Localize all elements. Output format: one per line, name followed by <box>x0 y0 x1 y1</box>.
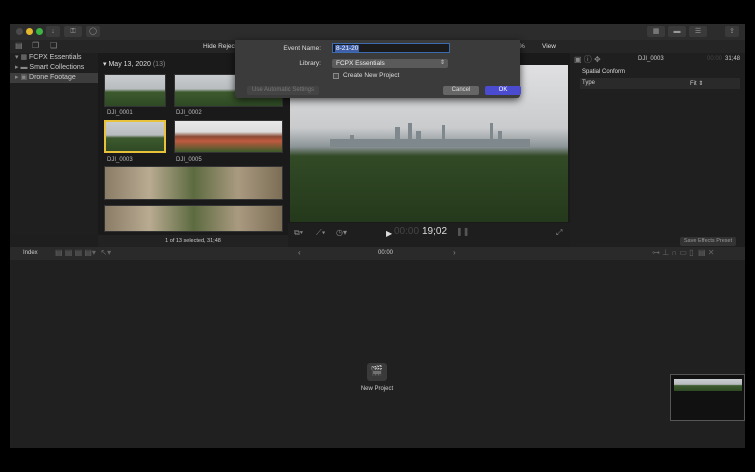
library-item[interactable]: ▾ ▦ FCPX Essentials <box>10 53 98 63</box>
libraries-icon[interactable]: ▤ <box>15 41 23 50</box>
event-name-value: 8-21-20 <box>335 45 360 52</box>
selection-status: 1 of 13 selected, 31;48 <box>98 235 288 247</box>
clip-thumbnail[interactable] <box>174 120 283 153</box>
grid-icon: ▦ <box>652 28 660 35</box>
share-icon: ⇪ <box>729 28 735 35</box>
key-icon: ⚿ <box>70 28 76 35</box>
fullscreen-icon[interactable]: ⤢ <box>556 228 562 238</box>
timeline-toggle-button[interactable]: ▬ <box>668 26 686 37</box>
clip-filmstrip[interactable] <box>104 166 283 200</box>
transform-icon[interactable]: ⟋▾ <box>316 228 326 238</box>
preview-strip <box>674 379 742 391</box>
clip-thumbnail-selected[interactable] <box>104 120 166 153</box>
titles-icon[interactable]: ❑ <box>50 41 57 50</box>
date-group-header[interactable]: ▾ May 13, 2020 (13) <box>103 60 165 68</box>
sidebar-item-drone-footage[interactable]: ▸ ▣ Drone Footage <box>10 73 98 83</box>
timeline-timecode: 00:00 <box>378 250 394 256</box>
zoom-button[interactable] <box>36 28 43 35</box>
audio-meter-icon: ❚❚ <box>456 227 470 236</box>
view-dropdown[interactable]: View <box>542 43 556 50</box>
clip-label: DJI_0003 <box>107 157 133 163</box>
new-project-label[interactable]: New Project <box>347 386 407 392</box>
create-project-checkbox[interactable] <box>333 73 339 79</box>
type-label: Type <box>582 80 596 86</box>
clip-duration: 31;48 <box>725 56 741 62</box>
photos-icon[interactable]: ❐ <box>32 41 39 50</box>
clip-filmstrip[interactable] <box>104 205 283 232</box>
timeline-icon: ▬ <box>673 28 681 35</box>
close-button[interactable] <box>16 28 23 35</box>
type-select[interactable]: Fit ⇕ <box>690 80 703 87</box>
timeline: 🎬 New Project <box>10 260 745 448</box>
event-name-input[interactable]: 8-21-20 <box>332 43 450 53</box>
audio-controls-icon[interactable]: ⊶ ⊥ ∩ ▭ ▯ ▤ ✕ <box>652 248 715 257</box>
section-title: Spatial Conform <box>582 69 626 75</box>
import-button[interactable]: ↓ <box>46 26 60 37</box>
browser-toggle-button[interactable]: ▦ <box>647 26 665 37</box>
sidebar-item-label: Drone Footage <box>29 74 76 81</box>
fcpx-window: ↓ ⚿ ◯ ▦ ▬ ☰ ⇪ ▤ ❐ ❑ Hide Rejected % View… <box>10 24 745 448</box>
back-icon[interactable]: ‹ <box>298 248 301 257</box>
progress-icon: ◯ <box>89 28 97 35</box>
stepper-icon: ⇕ <box>439 60 445 66</box>
new-project-button[interactable]: 🎬 <box>367 363 387 381</box>
minimize-button[interactable] <box>26 28 33 35</box>
clip-label: DJI_0001 <box>107 110 133 116</box>
library-label: FCPX Essentials <box>29 54 82 61</box>
clip-label: DJI_0002 <box>176 110 202 116</box>
timeline-index-preview[interactable] <box>670 374 745 421</box>
timecode: 19;02 <box>422 226 448 237</box>
viewer-controls: ⧉▾ ⟋▾ ◷▾ ▶ 00:00 19;02 ❚❚ ⤢ <box>288 223 570 247</box>
index-button[interactable]: Index <box>23 250 38 256</box>
sidebar-item-label: Smart Collections <box>29 64 85 71</box>
clip-name: DJI_0003 <box>638 56 664 62</box>
libraries-sidebar: ▾ ▦ FCPX Essentials ▸ ▬ Smart Collection… <box>10 53 98 235</box>
ok-button[interactable]: OK <box>485 86 521 95</box>
save-effects-preset-button[interactable]: Save Effects Preset <box>680 237 736 246</box>
background-tasks-button[interactable]: ◯ <box>86 26 100 37</box>
inspector: ▣ ⓘ ✥ DJI_0003 00:00 31;48 Spatial Confo… <box>570 53 745 247</box>
keywords-button[interactable]: ⚿ <box>64 26 82 37</box>
new-event-dialog: Event Name: 8-21-20 Library: FCPX Essent… <box>235 40 521 98</box>
clip-duration-dim: 00:00 <box>707 56 723 62</box>
date-label: May 13, 2020 <box>108 61 151 68</box>
library-value: FCPX Essentials <box>336 60 385 67</box>
inspector-toggle-button[interactable]: ☰ <box>689 26 707 37</box>
clip-label: DJI_0005 <box>176 157 202 163</box>
video-inspector-icon[interactable]: ▣ ⓘ ✥ <box>574 54 601 65</box>
sidebar-item-smart-collections[interactable]: ▸ ▬ Smart Collections <box>10 63 98 73</box>
timecode-dim: 00:00 <box>394 226 420 237</box>
clip-thumbnail[interactable] <box>104 74 166 107</box>
download-icon: ↓ <box>51 28 55 35</box>
forward-icon[interactable]: › <box>453 248 456 257</box>
clip-count: (13) <box>152 61 166 68</box>
type-row: Type Fit ⇕ <box>580 78 740 89</box>
library-label: Library: <box>299 60 321 67</box>
cancel-button[interactable]: Cancel <box>443 86 479 95</box>
crop-icon[interactable]: ⧉▾ <box>294 228 303 238</box>
title-bar: ↓ ⚿ ◯ ▦ ▬ ☰ ⇪ <box>10 24 745 40</box>
event-name-label: Event Name: <box>283 45 321 52</box>
edit-tools-icon[interactable]: ▤ ▤ ▤ ▤▾ ↖▾ <box>55 248 111 257</box>
share-button[interactable]: ⇪ <box>725 26 739 37</box>
sliders-icon: ☰ <box>694 28 702 35</box>
use-automatic-settings-button[interactable]: Use Automatic Settings <box>247 86 319 95</box>
play-icon[interactable]: ▶ <box>386 229 392 238</box>
library-select[interactable]: FCPX Essentials ⇕ <box>332 59 448 68</box>
clapper-icon: 🎬 <box>370 366 384 377</box>
create-project-label: Create New Project <box>343 72 400 79</box>
speed-icon[interactable]: ◷▾ <box>336 228 347 237</box>
timeline-toolbar: Index ▤ ▤ ▤ ▤▾ ↖▾ ‹ 00:00 › ⊶ ⊥ ∩ ▭ ▯ ▤ … <box>10 247 745 260</box>
type-value: Fit <box>690 81 697 87</box>
